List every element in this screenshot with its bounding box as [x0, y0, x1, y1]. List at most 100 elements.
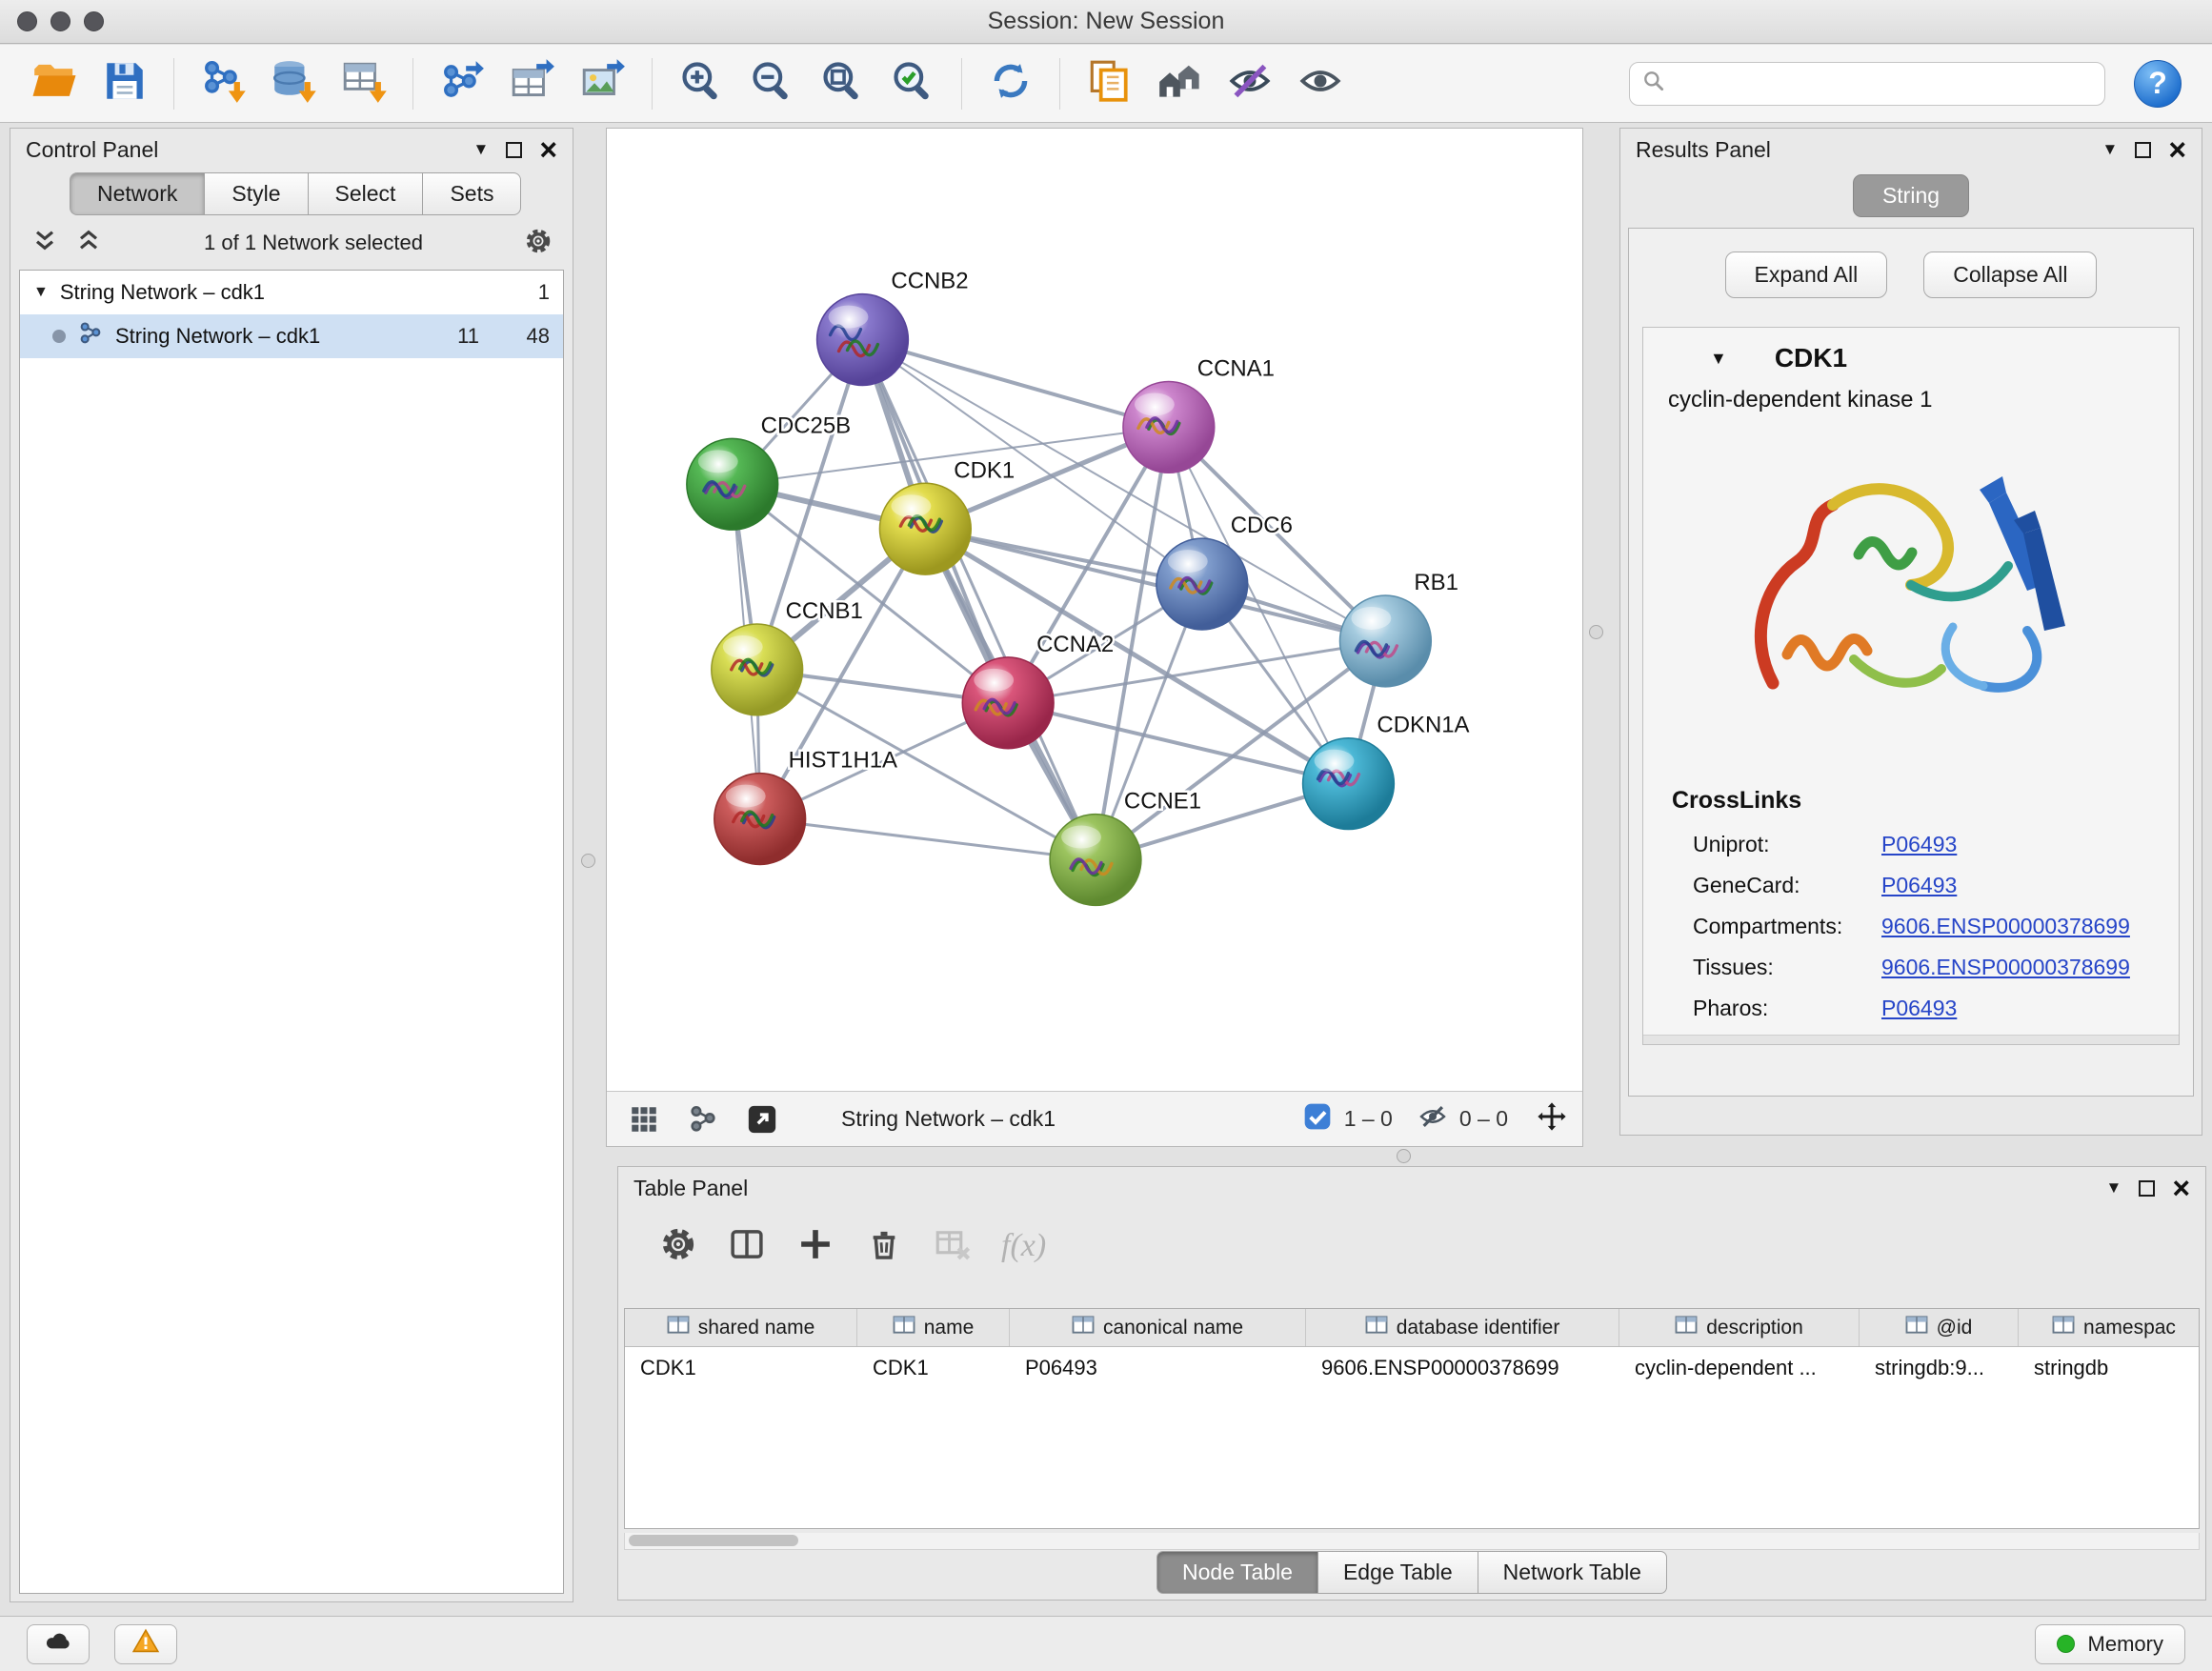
splitter-handle[interactable] [581, 854, 595, 868]
table-horizontal-scrollbar[interactable] [624, 1533, 2200, 1550]
network-node-cdk1[interactable]: CDK1 [879, 457, 1015, 574]
hidden-eye-slash-icon[interactable] [1418, 1101, 1448, 1137]
results-panel-close-icon[interactable]: × [2168, 140, 2186, 159]
column-header-shared-name[interactable]: shared name [625, 1309, 857, 1346]
show-graphics-details-button[interactable] [1287, 51, 1354, 116]
open-session-button[interactable] [21, 51, 88, 116]
crosslink-row: Compartments: 9606.ENSP00000378699 [1643, 906, 2179, 947]
grid-view-icon[interactable] [622, 1099, 666, 1139]
selected-checkbox-icon[interactable] [1302, 1101, 1333, 1137]
open-in-new-icon[interactable] [740, 1099, 784, 1139]
node-label: CCNE1 [1124, 789, 1201, 815]
control-panel-close-icon[interactable]: × [539, 140, 557, 159]
search-input[interactable] [1676, 71, 2093, 96]
tab-network[interactable]: Network [70, 172, 204, 215]
network-graph[interactable]: CCNB2 CCNA1 CDC25B CDK1 CDC6 [607, 129, 1582, 1091]
zoom-selected-button[interactable] [879, 51, 946, 116]
network-node-ccna1[interactable]: CCNA1 [1123, 355, 1275, 473]
tab-sets[interactable]: Sets [422, 172, 521, 215]
column-header-namespac[interactable]: namespac [2019, 1309, 2200, 1346]
add-column-icon[interactable] [795, 1224, 835, 1269]
status-bar: Memory [0, 1616, 2212, 1671]
network-node-ccnb1[interactable]: CCNB1 [712, 598, 863, 715]
memory-button[interactable]: Memory [2035, 1624, 2185, 1664]
table-panel-float-icon[interactable] [2139, 1180, 2155, 1197]
tab-node-table[interactable]: Node Table [1156, 1551, 1317, 1594]
column-header-description[interactable]: description [1619, 1309, 1860, 1346]
help-button[interactable]: ? [2134, 60, 2182, 108]
tab-network-table[interactable]: Network Table [1478, 1551, 1667, 1594]
results-panel-float-icon[interactable] [2135, 142, 2151, 158]
tab-edge-table[interactable]: Edge Table [1317, 1551, 1478, 1594]
node-label: CDKN1A [1377, 713, 1469, 738]
crosslink-compartments-link[interactable]: 9606.ENSP00000378699 [1881, 914, 2130, 939]
network-share-icon[interactable] [681, 1099, 725, 1139]
column-header-database-identifier[interactable]: database identifier [1306, 1309, 1619, 1346]
expand-all-icon[interactable] [73, 226, 104, 261]
node-table: shared namenamecanonical namedatabase id… [624, 1308, 2200, 1529]
column-header-name[interactable]: name [857, 1309, 1010, 1346]
move-crosshair-icon[interactable] [1537, 1101, 1567, 1137]
network-node-ccnb2[interactable]: CCNB2 [817, 269, 969, 386]
table-gear-icon[interactable] [658, 1224, 698, 1269]
import-table-button[interactable] [331, 51, 397, 116]
export-image-button[interactable] [570, 51, 636, 116]
network-node-cdkn1a[interactable]: CDKN1A [1303, 713, 1470, 830]
zoom-out-button[interactable] [738, 51, 805, 116]
splitter-handle[interactable] [1589, 625, 1603, 639]
tab-string[interactable]: String [1853, 174, 1969, 217]
select-columns-icon[interactable] [727, 1224, 767, 1269]
results-panel-menu-icon[interactable]: ▼ [2101, 140, 2118, 159]
zoom-in-button[interactable] [668, 51, 734, 116]
control-panel: Control Panel ▼ × NetworkStyleSelectSets… [10, 128, 573, 1602]
save-session-button[interactable] [91, 51, 158, 116]
crosslink-genecard-link[interactable]: P06493 [1881, 873, 1957, 898]
network-edge[interactable] [862, 340, 1168, 428]
crosslink-uniprot-link[interactable]: P06493 [1881, 832, 1957, 857]
expand-all-button[interactable]: Expand All [1725, 252, 1888, 298]
tab-style[interactable]: Style [204, 172, 307, 215]
hide-graphics-details-button[interactable] [1217, 51, 1283, 116]
network-view-panel: CCNB2 CCNA1 CDC25B CDK1 CDC6 [606, 128, 1583, 1147]
table-row[interactable]: CDK1CDK1P064939606.ENSP00000378699cyclin… [625, 1347, 2199, 1389]
export-table-button[interactable] [499, 51, 566, 116]
column-header-canonical-name[interactable]: canonical name [1010, 1309, 1306, 1346]
network-collection-row[interactable]: ▼ String Network – cdk1 1 [20, 271, 563, 314]
network-node-rb1[interactable]: RB1 [1339, 570, 1458, 687]
delete-column-icon[interactable] [864, 1224, 904, 1269]
table-panel-close-icon[interactable]: × [2172, 1178, 2190, 1198]
tab-select[interactable]: Select [308, 172, 423, 215]
collapse-all-button[interactable]: Collapse All [1923, 252, 2097, 298]
network-snapshot-button[interactable] [1076, 51, 1142, 116]
column-header-id[interactable]: @id [1860, 1309, 2019, 1346]
network-canvas[interactable]: CCNB2 CCNA1 CDC25B CDK1 CDC6 [607, 129, 1582, 1091]
apply-layout-button[interactable] [977, 51, 1044, 116]
splitter-handle[interactable] [1397, 1149, 1411, 1163]
section-collapse-icon[interactable]: ▼ [1710, 349, 1727, 369]
control-panel-float-icon[interactable] [506, 142, 522, 158]
results-scrollbar[interactable] [1643, 1035, 2179, 1044]
tree-expand-icon[interactable]: ▼ [33, 284, 49, 301]
import-network-database-button[interactable] [260, 51, 327, 116]
network-row-selected[interactable]: String Network – cdk1 11 48 [20, 314, 563, 358]
network-node-hist1h1a[interactable]: HIST1H1A [714, 748, 897, 865]
crosslink-tissues-link[interactable]: 9606.ENSP00000378699 [1881, 955, 2130, 980]
scrollbar-thumb[interactable] [629, 1535, 798, 1546]
collapse-all-icon[interactable] [30, 226, 60, 261]
zoom-fit-button[interactable] [809, 51, 875, 116]
import-network-file-button[interactable] [190, 51, 256, 116]
birdseye-view-button[interactable] [1146, 51, 1213, 116]
table-panel-menu-icon[interactable]: ▼ [2105, 1178, 2122, 1198]
network-edge[interactable] [760, 819, 1096, 860]
new-network-button[interactable] [429, 51, 495, 116]
control-panel-menu-icon[interactable]: ▼ [473, 140, 489, 159]
network-edge[interactable] [862, 340, 1096, 860]
toolbar-search [1629, 62, 2105, 106]
cloud-button[interactable] [27, 1624, 90, 1664]
refresh-icon [987, 57, 1035, 110]
crosslink-label: Tissues: [1693, 955, 1881, 980]
crosslink-pharos-link[interactable]: P06493 [1881, 996, 1957, 1021]
warnings-button[interactable] [114, 1624, 177, 1664]
gear-icon[interactable] [523, 226, 553, 261]
network-edge[interactable] [925, 529, 1385, 641]
